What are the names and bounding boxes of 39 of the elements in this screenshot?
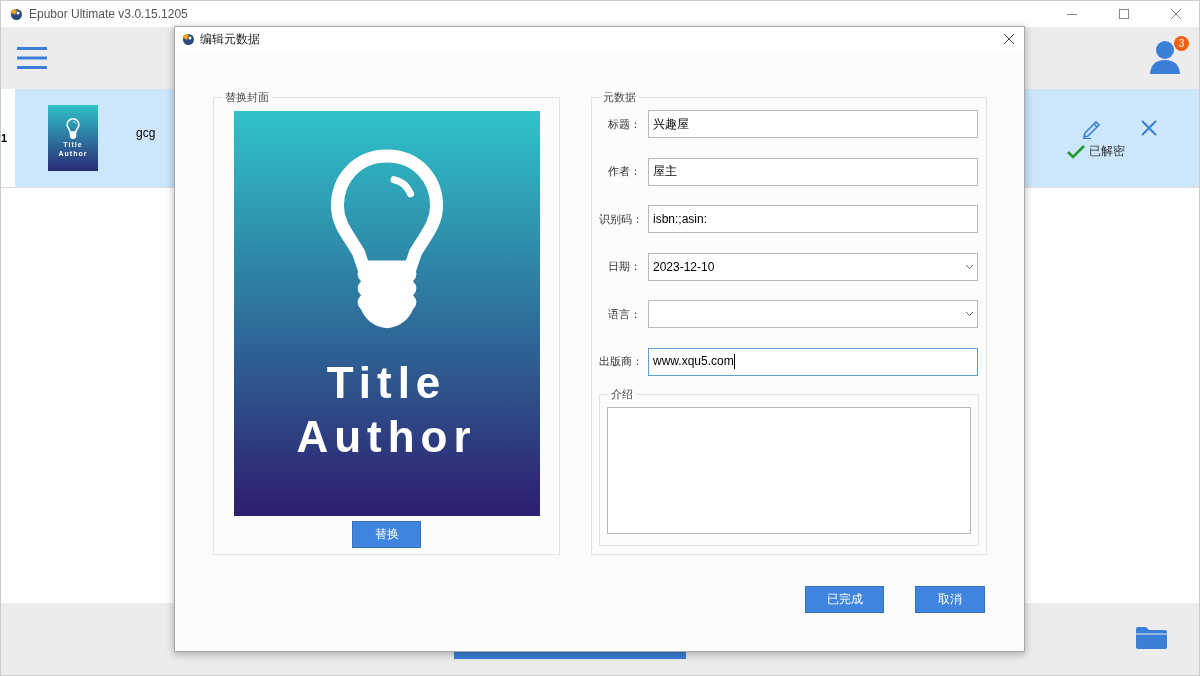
replace-button[interactable]: 替换 [352,521,421,548]
group-legend: 替换封面 [222,90,272,105]
window-title: Epubor Ultimate v3.0.15.1205 [29,7,189,21]
field-label: 作者： [607,164,641,179]
app-logo-icon [181,32,195,46]
row-number: 1 [1,89,15,187]
folder-icon[interactable] [1136,627,1167,649]
maximize-icon[interactable] [1119,9,1129,19]
dropdown-field[interactable]: 2023-12-10 [648,252,978,281]
intro-text-area[interactable] [607,407,971,534]
chevron-down-icon [966,312,973,316]
lightbulb-icon [66,118,80,140]
notification-badge: 3 [1174,36,1189,51]
dropdown-field[interactable] [648,300,978,328]
app-logo-icon [9,7,23,21]
close-icon[interactable] [1004,34,1014,44]
input-field[interactable]: www.xqu5.com [648,347,978,376]
input-field[interactable]: 屋主 [648,157,978,186]
group-legend: 介绍 [608,387,636,402]
cancel-button[interactable]: 取消 [915,586,985,613]
field-label: 出版商： [599,354,641,369]
field-label: 识别码： [599,211,641,227]
user-icon[interactable] [1149,40,1181,74]
book-name: gcg [136,126,156,140]
chevron-down-icon [966,264,973,269]
field-label: 语言： [607,306,641,322]
cover-author: Author [296,410,477,463]
decrypted-status: 已解密 [1089,143,1125,160]
input-field[interactable]: isbn:;asin: [648,205,978,233]
field-label: 日期： [607,259,641,274]
dialog-title: 编辑元数据 [200,30,261,48]
group-legend: 元数据 [600,90,639,105]
minimize-icon[interactable] [1067,13,1077,15]
menu-icon[interactable] [17,47,47,69]
check-icon [1067,144,1085,159]
cover-title: Title [326,356,447,409]
done-button[interactable]: 已完成 [805,586,884,613]
input-field[interactable]: 兴趣屋 [648,110,978,138]
field-label: 标题： [607,116,641,132]
